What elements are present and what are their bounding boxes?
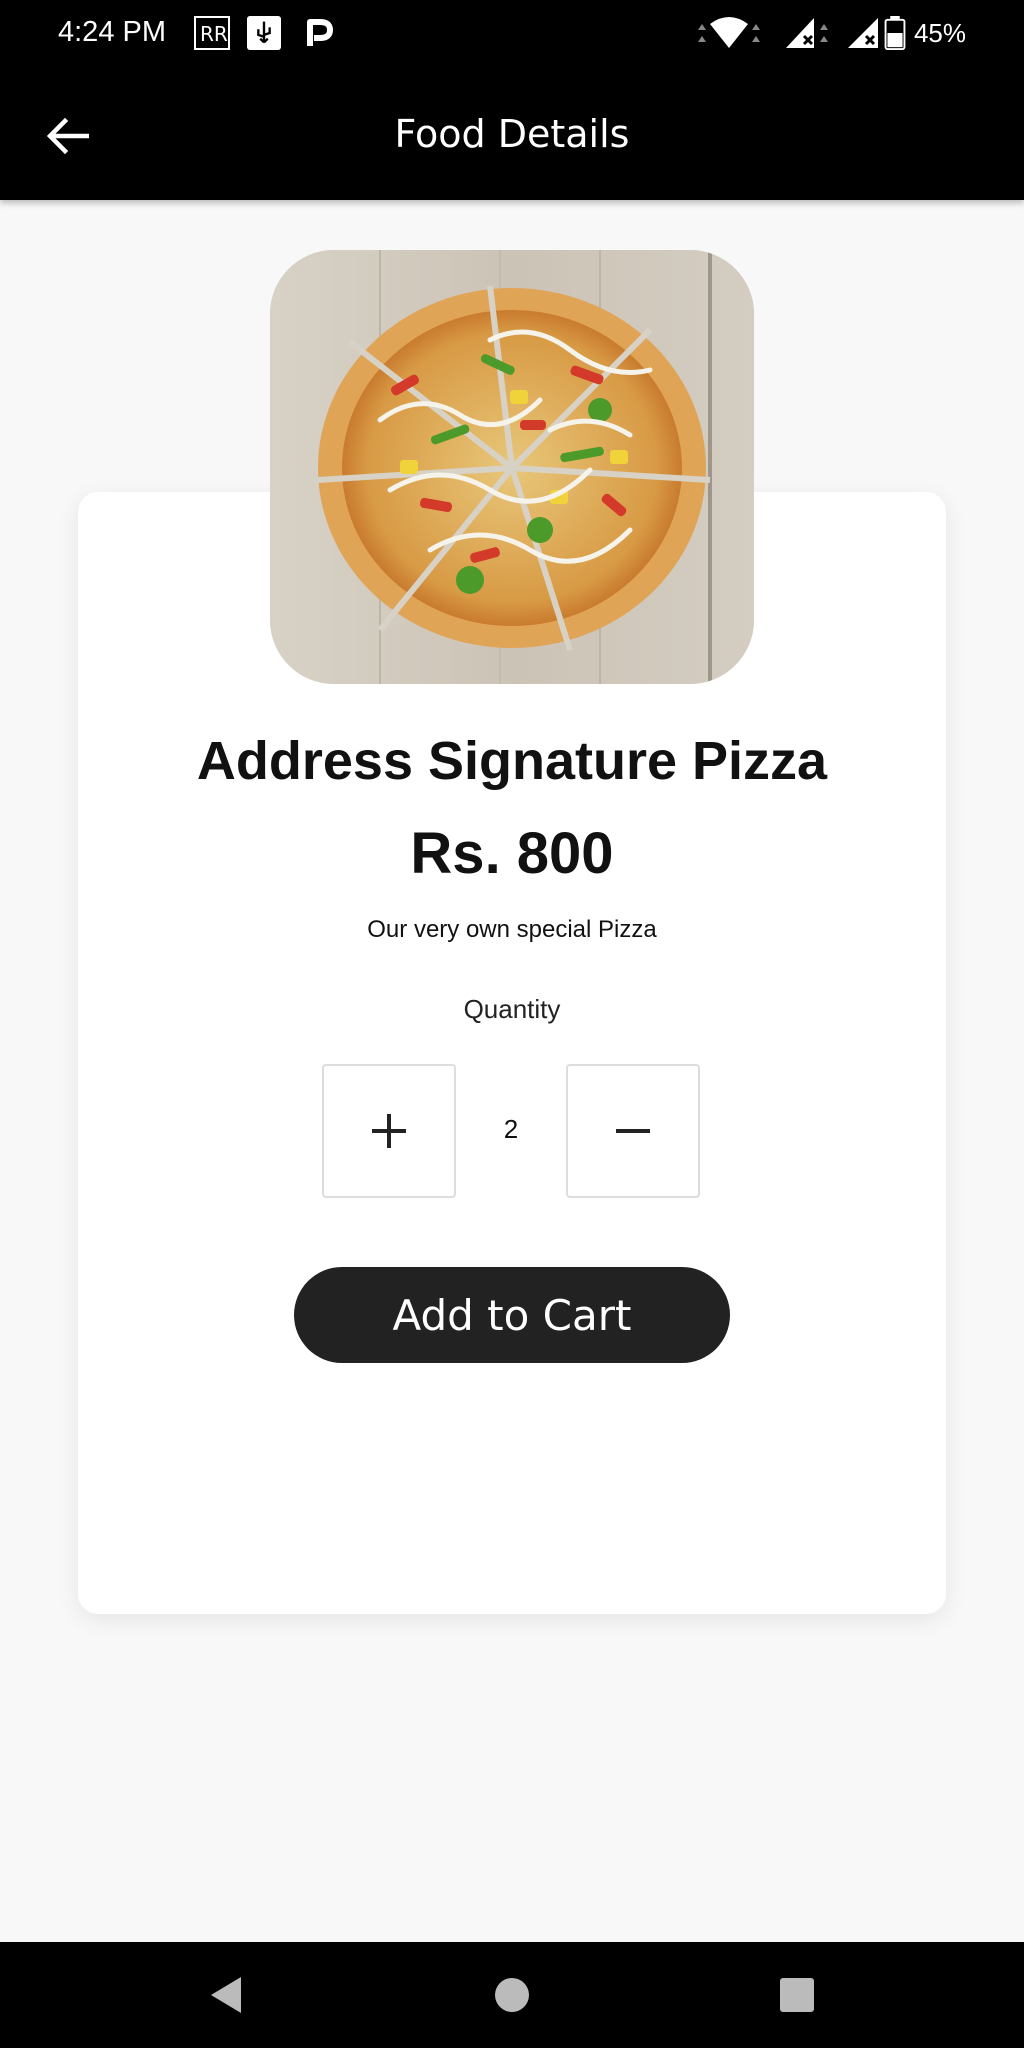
status-bar: 4:24 PM RR 45% <box>0 0 1024 68</box>
nav-home-button[interactable] <box>487 1970 537 2020</box>
nav-back-button[interactable] <box>200 1970 250 2020</box>
parking-icon <box>307 19 333 46</box>
page-title: Food Details <box>394 112 630 156</box>
signal-icon <box>848 18 878 48</box>
signal-icon <box>786 18 828 48</box>
food-description: Our very own special Pizza <box>367 916 657 943</box>
wifi-icon <box>698 17 760 48</box>
app-bar: Food Details <box>0 68 1024 200</box>
quantity-label: Quantity <box>463 994 561 1024</box>
navigation-bar <box>0 1942 1024 2048</box>
recents-square-icon <box>780 1978 814 2012</box>
food-name: Address Signature Pizza <box>196 731 828 791</box>
battery-icon <box>884 16 906 50</box>
quantity-value: 2 <box>503 1114 519 1144</box>
add-to-cart-button[interactable]: Add to Cart <box>294 1267 730 1363</box>
food-image <box>270 250 754 684</box>
minus-icon <box>616 1129 650 1133</box>
plus-icon <box>372 1114 406 1148</box>
food-price: Rs. 800 <box>410 821 614 886</box>
back-triangle-icon <box>211 1977 241 2013</box>
usb-icon <box>247 16 281 50</box>
increment-button[interactable] <box>322 1064 456 1198</box>
svg-text:RR: RR <box>200 22 228 46</box>
pizza-photo <box>270 250 754 684</box>
decrement-button[interactable] <box>566 1064 700 1198</box>
home-circle-icon <box>495 1978 529 2012</box>
battery-percent: 45% <box>913 18 966 48</box>
rr-icon: RR <box>194 16 230 50</box>
nav-recents-button[interactable] <box>772 1970 822 2020</box>
status-time: 4:24 PM <box>58 16 166 48</box>
